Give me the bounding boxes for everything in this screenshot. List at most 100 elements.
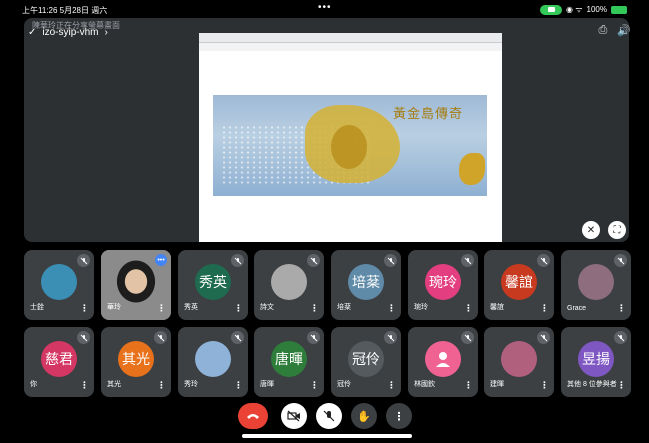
mic-off-icon	[231, 331, 244, 344]
mic-off-icon	[614, 254, 627, 267]
avatar-initials: 琬玲	[425, 264, 461, 300]
mic-off-icon	[77, 331, 90, 344]
participant-name: 琬玲	[414, 304, 428, 311]
mic-off-icon	[384, 254, 397, 267]
participant-tile[interactable]: 冠伶 冠伶 ⋮	[331, 327, 401, 397]
more-vertical-icon[interactable]: ⋮	[157, 380, 166, 391]
more-vertical-icon[interactable]: ⋮	[387, 380, 396, 391]
participant-name: Grace	[567, 305, 587, 312]
participant-tile[interactable]: 琬玲 琬玲 ⋮	[408, 250, 478, 320]
participant-tile[interactable]: Grace ⋮	[561, 250, 631, 320]
more-vertical-icon[interactable]: ⋮	[234, 380, 243, 391]
mic-off-icon	[77, 254, 90, 267]
avatar	[578, 264, 614, 300]
avatar-initials: 其光	[118, 341, 154, 377]
participant-tile[interactable]: 士銓 ⋮	[24, 250, 94, 320]
wifi-icon: ◉ ᯤ	[566, 5, 583, 14]
participant-name: 秀玲	[184, 381, 198, 388]
participant-tile[interactable]: ••• 華玲 ⋮	[101, 250, 171, 320]
participant-tile[interactable]: 慈君你 ⋮	[24, 327, 94, 397]
mic-off-icon	[154, 331, 167, 344]
participant-name: 你	[30, 381, 37, 388]
camera-off-icon	[287, 410, 300, 422]
more-vertical-icon[interactable]: ⋮	[617, 380, 626, 391]
participant-tile[interactable]: 昱揚其他 8 位參與者 ⋮	[561, 327, 631, 397]
switch-camera-icon[interactable]: ⎙	[598, 24, 607, 37]
participant-tile[interactable]: 建暉 ⋮	[484, 327, 554, 397]
avatar-initials: 昱揚	[578, 341, 614, 377]
speaking-indicator-icon: •••	[155, 254, 167, 266]
meeting-code[interactable]: izo-syip-vhm	[42, 27, 98, 38]
avatar	[271, 264, 307, 300]
chevron-down-icon[interactable]: ✓	[28, 27, 36, 38]
status-time-date: 上午11:26 5月28日 週六	[22, 6, 108, 15]
mic-off-button[interactable]	[316, 403, 342, 429]
participant-name: 培棻	[337, 304, 351, 311]
participant-tile[interactable]: 林國欽 ⋮	[408, 327, 478, 397]
camera-off-button[interactable]	[281, 403, 307, 429]
participant-tile[interactable]: 唐暉 唐暉 ⋮	[254, 327, 324, 397]
participant-name: 冠伶	[337, 381, 351, 388]
home-indicator[interactable]	[242, 434, 412, 438]
avatar-initials: 唐暉	[271, 341, 307, 377]
more-vertical-icon[interactable]: ⋮	[310, 380, 319, 391]
end-call-icon	[247, 414, 259, 419]
avatar	[41, 264, 77, 300]
participant-name: 秀英	[184, 304, 198, 311]
battery-percent: 100%	[586, 5, 607, 14]
shared-screen: 黃金島傳奇	[199, 33, 502, 242]
camera-in-use-icon	[540, 4, 563, 15]
unpin-icon[interactable]: ✕	[582, 221, 600, 239]
participant-tile[interactable]: 詩文 ⋮	[254, 250, 324, 320]
more-options-button[interactable]: ⋮	[386, 403, 412, 429]
participant-tile[interactable]: 馨誼 馨誼 ⋮	[484, 250, 554, 320]
more-vertical-icon[interactable]: ⋮	[80, 380, 89, 391]
more-vertical-icon[interactable]: ⋮	[310, 303, 319, 314]
mic-off-icon	[537, 254, 550, 267]
more-vertical-icon[interactable]: ⋮	[80, 303, 89, 314]
mic-off-icon	[614, 331, 627, 344]
participant-tile[interactable]: 秀玲 ⋮	[178, 327, 248, 397]
participant-tile[interactable]: 秀英 秀英 ⋮	[178, 250, 248, 320]
mic-off-icon	[323, 410, 335, 422]
more-vertical-icon[interactable]: ⋮	[234, 303, 243, 314]
end-call-button[interactable]	[238, 403, 268, 429]
speaker-icon[interactable]: 🔊	[617, 24, 631, 37]
more-vertical-icon[interactable]: ⋮	[157, 303, 166, 314]
more-vertical-icon[interactable]: ⋮	[464, 303, 473, 314]
more-vertical-icon[interactable]: ⋮	[540, 303, 549, 314]
hand-icon: ✋	[357, 410, 371, 423]
avatar	[501, 341, 537, 377]
avatar-initials: 馨誼	[501, 264, 537, 300]
more-vertical-icon[interactable]: ⋮	[464, 380, 473, 391]
painting-image: 黃金島傳奇	[213, 95, 487, 196]
participant-name: 唐暉	[260, 381, 274, 388]
participant-tile[interactable]: 培棻 培棻 ⋮	[331, 250, 401, 320]
participant-name: 士銓	[30, 304, 44, 311]
raise-hand-button[interactable]: ✋	[351, 403, 377, 429]
person-icon	[425, 341, 461, 377]
mic-off-icon	[461, 331, 474, 344]
mic-off-icon	[384, 331, 397, 344]
multitasking-dots[interactable]: •••	[318, 2, 332, 13]
more-vertical-icon[interactable]: ⋮	[617, 303, 626, 314]
avatar-initials: 秀英	[195, 264, 231, 300]
avatar-initials: 慈君	[41, 341, 77, 377]
fullscreen-icon[interactable]: ⛶	[608, 221, 626, 239]
participant-name: 其他 8 位參與者	[567, 381, 617, 388]
shared-window-toolbar	[199, 43, 502, 51]
painting-title: 黃金島傳奇	[392, 107, 463, 122]
battery-icon	[611, 5, 627, 14]
participant-name: 林國欽	[414, 381, 435, 388]
status-bar: 上午11:26 5月28日 週六 ••• ◉ ᯤ 100%	[0, 0, 649, 18]
more-vertical-icon[interactable]: ⋮	[387, 303, 396, 314]
chevron-right-icon[interactable]: ›	[105, 27, 108, 38]
presentation-stage: 黃金島傳奇 ✕ ⛶	[24, 18, 629, 242]
more-vertical-icon[interactable]: ⋮	[540, 380, 549, 391]
shared-window-titlebar	[199, 33, 502, 43]
participant-name: 華玲	[107, 304, 121, 311]
participant-tile[interactable]: 其光 其光 ⋮	[101, 327, 171, 397]
participant-name: 詩文	[260, 304, 274, 311]
participant-name: 馨誼	[490, 304, 504, 311]
participant-name: 其光	[107, 381, 121, 388]
